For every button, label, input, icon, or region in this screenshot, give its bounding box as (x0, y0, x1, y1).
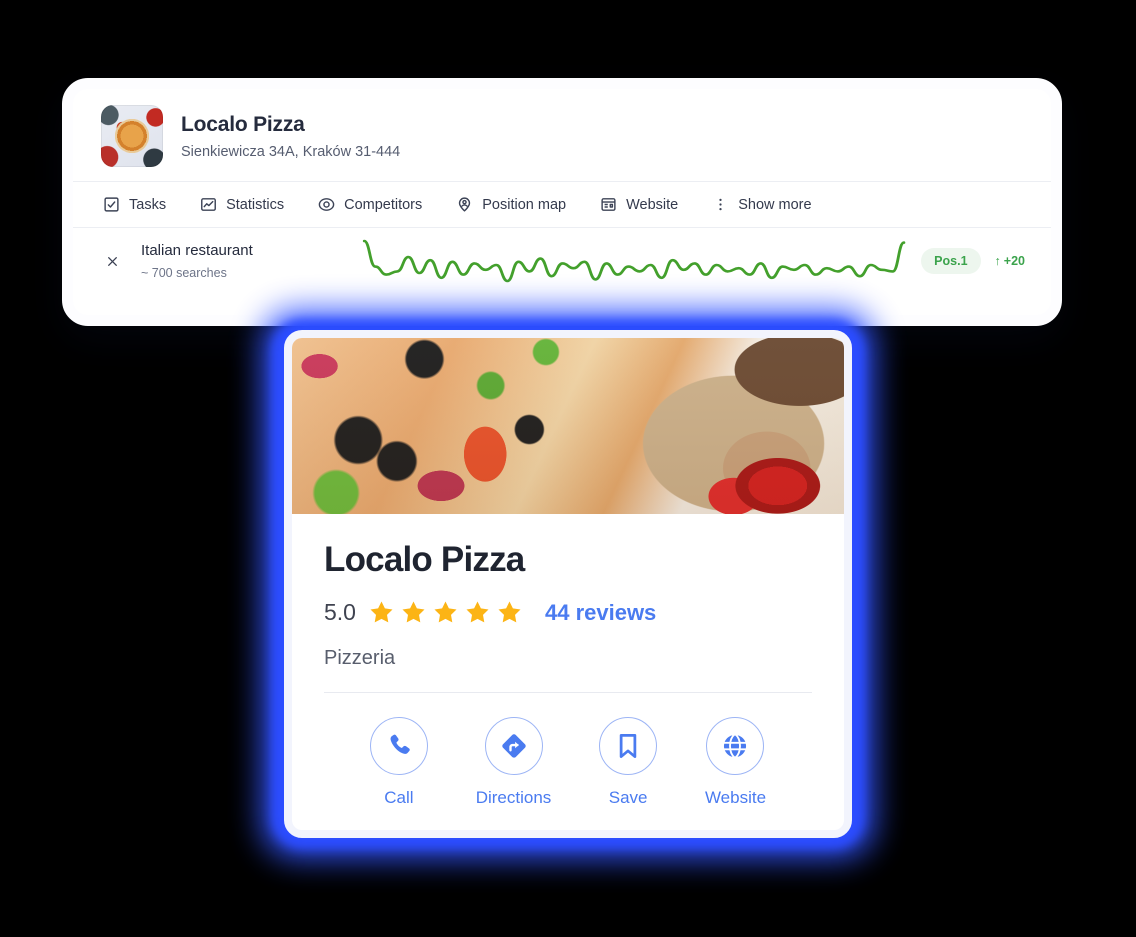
arrow-up-icon: ↑ (994, 254, 1001, 268)
chart-icon (200, 196, 217, 213)
business-header: Localo Pizza Sienkiewicza 34A, Kraków 31… (73, 89, 1051, 181)
nav-tabs: Tasks Statistics Competitors Position ma… (73, 182, 1051, 227)
keyword-text-block: Italian restaurant ~ 700 searches (125, 242, 361, 280)
delta-value: +20 (1003, 254, 1025, 268)
tab-label: Statistics (226, 196, 285, 213)
business-name: Localo Pizza (181, 112, 305, 136)
tab-competitors[interactable]: Competitors (318, 196, 422, 213)
action-buttons: Call Directions Save Website (324, 693, 812, 808)
pizza-thumbnail-icon (101, 105, 163, 167)
star-icon (434, 601, 457, 623)
tab-label: Show more (738, 196, 812, 213)
keyword-metrics: Pos.1 ↑ +20 (907, 248, 1025, 274)
tab-website[interactable]: Website (600, 196, 678, 213)
directions-button[interactable]: Directions (475, 717, 552, 808)
star-icon (466, 601, 489, 623)
business-address: Sienkiewicza 34A, Kraków 31-444 (181, 143, 401, 160)
tab-tasks[interactable]: Tasks (103, 196, 166, 213)
position-delta: ↑ +20 (995, 254, 1025, 268)
position-sparkline-chart (361, 238, 907, 284)
keyword-name: Italian restaurant (141, 242, 253, 259)
keyword-row: Italian restaurant ~ 700 searches Pos.1 … (73, 228, 1051, 296)
target-icon (318, 196, 335, 213)
browser-icon (600, 196, 617, 213)
phone-icon (369, 717, 428, 775)
close-icon[interactable] (99, 255, 125, 268)
tab-label: Position map (482, 196, 567, 213)
phone-preview-card: Localo Pizza 5.0 44 reviews Pizzeria Cal… (262, 310, 874, 858)
reviews-link[interactable]: 44 reviews (545, 600, 656, 626)
google-business-profile-card: Localo Pizza 5.0 44 reviews Pizzeria Cal… (284, 330, 852, 838)
action-label: Website (704, 788, 767, 807)
star-icon (498, 601, 521, 623)
sparkline-svg (362, 239, 906, 283)
desktop-business-card: Localo Pizza Sienkiewicza 34A, Kraków 31… (62, 78, 1062, 326)
screenshot-stage: Localo Pizza Sienkiewicza 34A, Kraków 31… (0, 0, 1136, 937)
tab-statistics[interactable]: Statistics (200, 196, 284, 213)
page-title: Localo Pizza (324, 540, 525, 579)
globe-icon (706, 717, 765, 775)
tab-show-more[interactable]: Show more (712, 196, 812, 213)
rating-value: 5.0 (324, 599, 356, 625)
profile-body: Localo Pizza 5.0 44 reviews Pizzeria Cal… (292, 514, 844, 808)
keyword-search-volume: ~ 700 searches (141, 266, 227, 280)
action-label: Directions (475, 788, 552, 807)
tab-position-map[interactable]: Position map (456, 196, 566, 213)
website-button[interactable]: Website (705, 717, 766, 808)
rating-row: 5.0 44 reviews (324, 599, 812, 626)
tab-label: Website (626, 196, 679, 213)
tab-label: Tasks (129, 196, 167, 213)
more-vertical-icon (712, 196, 729, 213)
call-button[interactable]: Call (369, 717, 428, 808)
save-button[interactable]: Save (599, 717, 658, 808)
tab-label: Competitors (344, 196, 423, 213)
action-label: Call (384, 788, 414, 807)
business-titles: Localo Pizza Sienkiewicza 34A, Kraków 31… (181, 113, 400, 160)
directions-icon (484, 717, 543, 775)
checkbox-icon (103, 196, 120, 213)
star-rating (368, 599, 523, 626)
desktop-card-inner: Localo Pizza Sienkiewicza 34A, Kraków 31… (73, 89, 1051, 315)
map-pin-icon (456, 196, 473, 213)
action-label: Save (608, 788, 648, 807)
bookmark-icon (599, 717, 658, 775)
star-icon (370, 601, 393, 623)
status-badge: Pos.1 (921, 248, 981, 274)
star-icon (402, 601, 425, 623)
pizza-photo-icon (292, 338, 844, 514)
business-category: Pizzeria (324, 647, 396, 669)
